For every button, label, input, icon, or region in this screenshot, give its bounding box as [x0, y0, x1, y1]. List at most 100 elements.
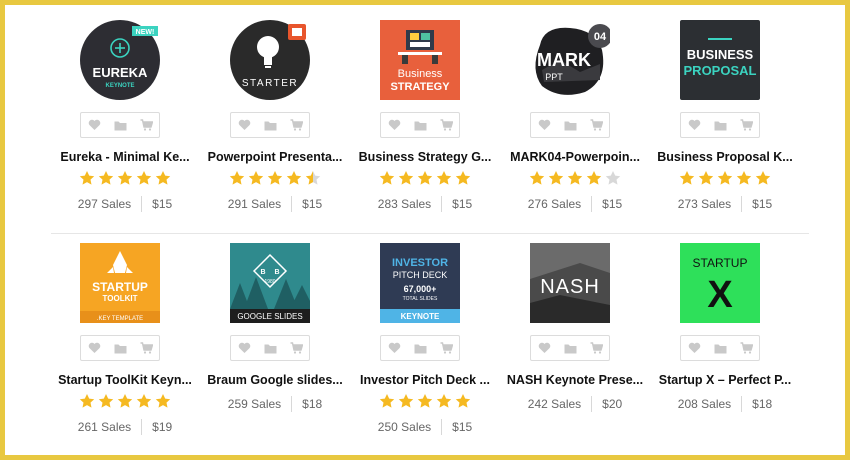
- meta-separator: [141, 196, 143, 212]
- add-to-collection-button[interactable]: [107, 113, 133, 137]
- product-thumbnail[interactable]: BUSINESS PROPOSAL: [680, 20, 760, 100]
- product-thumbnail[interactable]: STARTUP X: [680, 243, 760, 323]
- sales-count: 283 Sales: [377, 197, 432, 211]
- product-title[interactable]: Startup ToolKit Keyn...: [50, 373, 200, 387]
- add-to-cart-button[interactable]: [733, 113, 759, 137]
- add-to-collection-button[interactable]: [557, 336, 583, 360]
- meta-separator: [591, 396, 593, 412]
- new-badge: NEW!: [136, 29, 155, 36]
- star-icon: [117, 394, 133, 408]
- cart-icon: [140, 342, 153, 354]
- add-to-favorites-button[interactable]: [681, 113, 707, 137]
- product-card: STARTUP TOOLKIT .KEY TEMPLATE Startup To…: [50, 243, 200, 458]
- product-thumbnail[interactable]: B B 1980 GOOGLE SLIDES: [230, 243, 310, 323]
- product-meta: 250 Sales $15: [350, 419, 500, 435]
- product-actions: [380, 112, 460, 138]
- rating-stars: [350, 170, 500, 188]
- product-thumbnail[interactable]: STARTUP TOOLKIT .KEY TEMPLATE: [80, 243, 160, 323]
- add-to-favorites-button[interactable]: [81, 113, 107, 137]
- product-thumbnail[interactable]: INVESTOR PITCH DECK 67,000+ TOTAL SLIDES…: [380, 243, 460, 323]
- add-to-cart-button[interactable]: [133, 113, 159, 137]
- product-title[interactable]: Eureka - Minimal Ke...: [50, 150, 200, 164]
- add-to-favorites-button[interactable]: [531, 113, 557, 137]
- add-to-cart-button[interactable]: [283, 336, 309, 360]
- sales-count: 273 Sales: [677, 197, 732, 211]
- add-to-favorites-button[interactable]: [531, 336, 557, 360]
- add-to-favorites-button[interactable]: [381, 336, 407, 360]
- slide-count: 67,000+: [404, 284, 437, 294]
- product-thumbnail[interactable]: 04 MARK PPT: [530, 20, 610, 100]
- add-to-collection-button[interactable]: [707, 113, 733, 137]
- price: $15: [602, 197, 623, 211]
- product-title[interactable]: Business Proposal K...: [650, 150, 800, 164]
- add-to-collection-button[interactable]: [707, 336, 733, 360]
- folder-icon: [564, 343, 577, 354]
- folder-icon: [264, 120, 277, 131]
- product-title[interactable]: Startup X – Perfect P...: [650, 373, 800, 387]
- price: $15: [152, 197, 173, 211]
- product-title[interactable]: Powerpoint Presenta...: [200, 150, 350, 164]
- number-badge: 04: [594, 31, 607, 43]
- product-title[interactable]: NASH Keynote Prese...: [500, 373, 650, 387]
- price: $15: [752, 197, 773, 211]
- product-thumbnail[interactable]: STARTER: [230, 20, 310, 100]
- rating-stars: [50, 170, 200, 188]
- star-icon: [379, 171, 395, 185]
- add-to-collection-button[interactable]: [557, 113, 583, 137]
- folder-icon: [414, 120, 427, 131]
- add-to-collection-button[interactable]: [107, 336, 133, 360]
- add-to-favorites-button[interactable]: [231, 336, 257, 360]
- cart-icon: [440, 119, 453, 131]
- add-to-cart-button[interactable]: [583, 113, 609, 137]
- sales-count: 259 Sales: [227, 397, 282, 411]
- product-thumbnail[interactable]: NASH: [530, 243, 610, 323]
- cart-icon: [440, 342, 453, 354]
- product-title[interactable]: Business Strategy G...: [350, 150, 500, 164]
- add-to-cart-button[interactable]: [733, 336, 759, 360]
- add-to-favorites-button[interactable]: [231, 113, 257, 137]
- meta-separator: [441, 196, 443, 212]
- sales-count: 297 Sales: [77, 197, 132, 211]
- star-icon: [79, 171, 95, 185]
- star-icon: [698, 171, 714, 185]
- star-icon: [586, 171, 602, 185]
- product-title[interactable]: Investor Pitch Deck ...: [350, 373, 500, 387]
- add-to-collection-button[interactable]: [407, 113, 433, 137]
- folder-icon: [714, 343, 727, 354]
- product-title[interactable]: Braum Google slides...: [200, 373, 350, 387]
- add-to-cart-button[interactable]: [433, 336, 459, 360]
- price: $18: [752, 397, 773, 411]
- monogram-right: B: [274, 269, 279, 276]
- add-to-collection-button[interactable]: [257, 113, 283, 137]
- add-to-collection-button[interactable]: [257, 336, 283, 360]
- sales-count: 250 Sales: [377, 420, 432, 434]
- add-to-cart-button[interactable]: [433, 113, 459, 137]
- add-to-cart-button[interactable]: [133, 336, 159, 360]
- product-actions: [680, 112, 760, 138]
- add-to-favorites-button[interactable]: [81, 336, 107, 360]
- thumb-subtitle: TOOLKIT: [103, 294, 138, 303]
- star-icon: [117, 171, 133, 185]
- star-icon: [417, 171, 433, 185]
- add-to-cart-button[interactable]: [583, 336, 609, 360]
- thumb-caption: GOOGLE SLIDES: [237, 312, 302, 321]
- product-title[interactable]: MARK04-Powerpoin...: [500, 150, 650, 164]
- add-to-cart-button[interactable]: [283, 113, 309, 137]
- add-to-collection-button[interactable]: [407, 336, 433, 360]
- cart-icon: [740, 119, 753, 131]
- product-thumbnail[interactable]: NEW! EUREKA KEYNOTE: [80, 20, 160, 100]
- sales-count: 276 Sales: [527, 197, 582, 211]
- add-to-favorites-button[interactable]: [381, 113, 407, 137]
- product-meta: 242 Sales $20: [500, 396, 650, 412]
- folder-icon: [414, 343, 427, 354]
- star-icon: [229, 171, 245, 185]
- slide-count-label: TOTAL SLIDES: [403, 296, 438, 302]
- thumb-subtitle: STRATEGY: [390, 81, 450, 93]
- star-icon: [417, 394, 433, 408]
- folder-icon: [714, 120, 727, 131]
- product-thumbnail[interactable]: Business STRATEGY: [380, 20, 460, 100]
- star-icon: [155, 394, 171, 408]
- star-icon: [529, 171, 545, 185]
- add-to-favorites-button[interactable]: [681, 336, 707, 360]
- star-icon: [79, 394, 95, 408]
